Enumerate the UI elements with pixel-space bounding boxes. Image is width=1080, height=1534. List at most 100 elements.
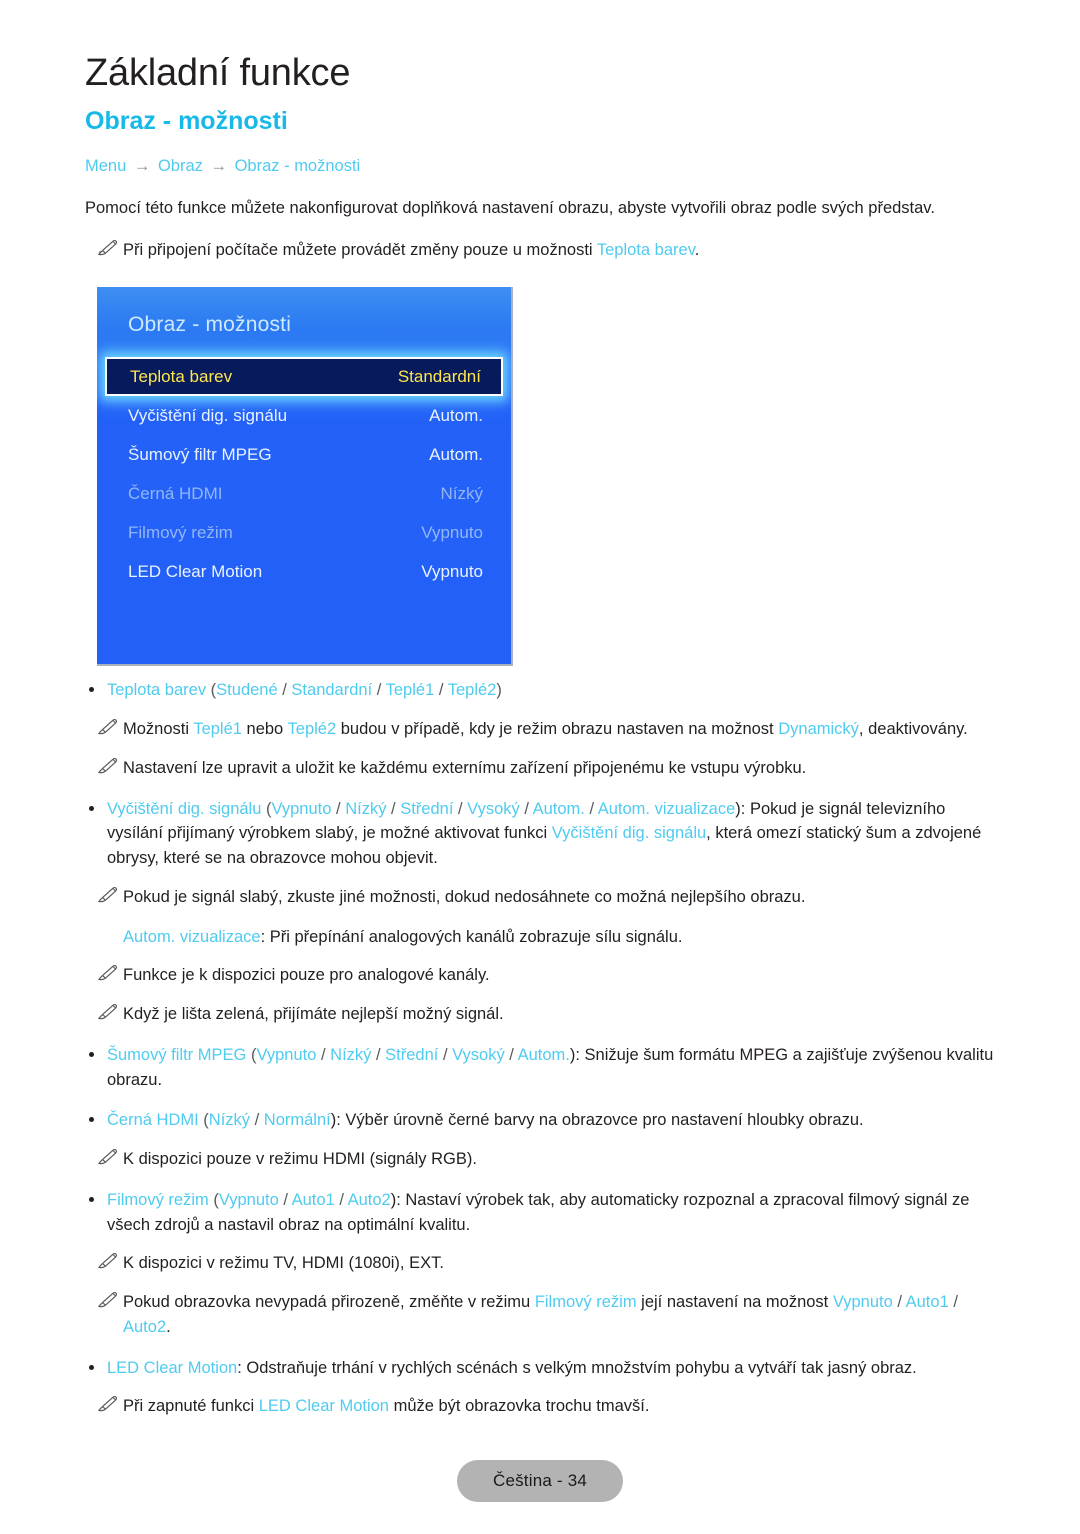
option-teple1: Teplé1 (385, 681, 435, 700)
option-nizky: Nízký (345, 799, 387, 818)
pencil-icon (97, 1395, 119, 1413)
document-page: Základní funkce Obraz - možnosti Menu → … (0, 0, 1080, 1534)
paren-close: ) (496, 681, 502, 700)
bullet-dot-icon (89, 1364, 94, 1370)
option-vypnuto: Vypnuto (218, 1190, 279, 1209)
bullet-teplota-barev: Teplota barev (Studené / Standardní / Te… (85, 678, 995, 703)
pencil-icon (97, 1148, 119, 1166)
breadcrumb-item-menu: Menu (85, 156, 127, 175)
option-normalni: Normální (263, 1111, 331, 1130)
paren-open: ( (198, 1111, 209, 1130)
note-led-clear-motion-tmavsi: Při zapnuté funkci LED Clear Motion může… (85, 1394, 995, 1419)
note-text: Nastavení lze upravit a uložit ke každém… (123, 758, 807, 777)
link-led-clear-motion: LED Clear Motion (258, 1397, 389, 1416)
osd-row-value: Vypnuto (421, 561, 483, 581)
chapter-title: Základní funkce (85, 52, 351, 94)
osd-row-label: Teplota barev (130, 366, 233, 386)
note-text: Když je lišta zelená, přijímáte nejlepší… (123, 1005, 504, 1024)
breadcrumb: Menu → Obraz → Obraz - možnosti (85, 156, 995, 177)
option-teple2-ref: Teplé2 (287, 720, 337, 739)
link-teplota-barev: Teplota barev (596, 240, 695, 259)
link-vycisteni-dig-signalu: Vyčištění dig. signálu (551, 824, 707, 843)
section-title: Obraz - možnosti (85, 106, 288, 135)
osd-row-label: Černá HDMI (128, 483, 223, 503)
term-filmovy-rezim: Filmový režim (107, 1190, 209, 1209)
term-vycisteni-dig-signalu: Vyčištění dig. signálu (107, 799, 262, 818)
option-auto1: Auto1 (905, 1293, 949, 1312)
paren-open: ( (206, 681, 217, 700)
note-pc-connection: Při připojení počítače můžete provádět z… (85, 238, 995, 263)
option-vypnuto: Vypnuto (832, 1293, 893, 1312)
option-vypnuto: Vypnuto (271, 799, 332, 818)
note-hdmi-rgb: K dispozici pouze v režimu HDMI (signály… (85, 1147, 995, 1172)
note-text-a: Možnosti (123, 720, 194, 739)
bullet-dot-icon (89, 805, 94, 811)
arrow-right-icon-2: → (210, 156, 228, 175)
osd-row-sumovy-filtr-mpeg[interactable]: Šumový filtr MPEG Autom. (97, 435, 511, 474)
term-cerna-hdmi: Černá HDMI (107, 1111, 199, 1130)
pencil-icon (97, 1252, 119, 1270)
option-nizky: Nízký (208, 1111, 251, 1130)
option-studene: Studené (216, 681, 278, 700)
note-text-c: budou v případě, kdy je režim obrazu nas… (336, 720, 779, 739)
osd-row-vycisteni-dig-signalu[interactable]: Vyčištění dig. signálu Autom. (97, 396, 511, 435)
page-number-badge: Čeština - 34 (456, 1460, 624, 1502)
option-standardni: Standardní (291, 681, 373, 700)
bullet-dot-icon (89, 1051, 94, 1057)
pencil-icon (97, 239, 119, 257)
option-vypnuto: Vypnuto (256, 1045, 317, 1064)
intro-paragraph: Pomocí této funkce můžete nakonfigurovat… (85, 199, 935, 218)
bullet-dot-icon (89, 1117, 94, 1123)
note-analogove-kanaly: Funkce je k dispozici pouze pro analogov… (85, 963, 995, 988)
option-autom: Autom. (532, 799, 585, 818)
osd-row-label: LED Clear Motion (128, 561, 263, 581)
bullet-led-clear-motion: LED Clear Motion: Odstraňuje trhání v ry… (85, 1356, 995, 1381)
bullet-text: ): Výběr úrovně černé barvy na obrazovce… (330, 1111, 864, 1130)
option-nizky: Nízký (330, 1045, 372, 1064)
option-autom: Autom. (517, 1045, 570, 1064)
note-nastaveni-ulozit: Nastavení lze upravit a uložit ke každém… (85, 756, 995, 781)
osd-row-value: Standardní (397, 366, 481, 386)
osd-row-label: Filmový režim (128, 522, 233, 542)
option-teple2: Teplé2 (447, 681, 497, 700)
footer: Čeština - 34 (0, 1460, 1080, 1502)
paragraph-text: : Při přepínání analogových kanálů zobra… (260, 927, 683, 946)
note-text-b: může být obrazovka trochu tmavší. (388, 1397, 650, 1416)
option-dynamicky: Dynamický (778, 720, 859, 739)
term-led-clear-motion: LED Clear Motion (107, 1358, 238, 1377)
bullet-vycisteni-dig-signalu: Vyčištění dig. signálu (Vypnuto / Nízký … (85, 797, 995, 871)
bullet-dot-icon (89, 687, 94, 693)
note-pc-connection-pre: Při připojení počítače můžete provádět z… (123, 240, 597, 259)
note-rezim-tv-hdmi-ext: K dispozici v režimu TV, HDMI (1080i), E… (85, 1251, 995, 1276)
note-text: Funkce je k dispozici pouze pro analogov… (123, 966, 490, 985)
note-teple-deaktivovany: Možnosti Teplé1 nebo Teplé2 budou v příp… (85, 717, 995, 742)
osd-row-value: Autom. (429, 444, 483, 464)
note-text-d: , deaktivovány. (858, 720, 968, 739)
bullet-text: : Odstraňuje trhání v rychlých scénách s… (237, 1358, 917, 1377)
note-text-b: její nastavení na možnost (636, 1293, 833, 1312)
note-text-a: Pokud obrazovka nevypadá přirozeně, změň… (123, 1293, 535, 1312)
option-auto2: Auto2 (347, 1190, 391, 1209)
pencil-icon (97, 964, 119, 982)
note-text-end: . (166, 1317, 171, 1336)
bullet-sumovy-filtr-mpeg: Šumový filtr MPEG (Vypnuto / Nízký / Stř… (85, 1043, 995, 1093)
tv-osd-menu: Obraz - možnosti Teplota barev Standardn… (97, 287, 513, 666)
note-text-a: Při zapnuté funkci (123, 1397, 259, 1416)
option-stredni: Střední (400, 799, 454, 818)
osd-row-led-clear-motion[interactable]: LED Clear Motion Vypnuto (97, 552, 511, 591)
osd-row-cerna-hdmi: Černá HDMI Nízký (97, 474, 511, 513)
osd-title: Obraz - možnosti (128, 313, 292, 336)
paren-open: ( (261, 799, 272, 818)
paragraph-autom-vizualizace: Autom. vizualizace: Při přepínání analog… (85, 925, 995, 950)
breadcrumb-item-obraz: Obraz (157, 156, 203, 175)
pencil-icon (97, 1291, 119, 1309)
osd-row-label: Šumový filtr MPEG (128, 444, 272, 464)
paren-open: ( (208, 1190, 219, 1209)
osd-row-filmovy-rezim: Filmový režim Vypnuto (97, 513, 511, 552)
bullet-filmovy-rezim: Filmový režim (Vypnuto / Auto1 / Auto2):… (85, 1188, 995, 1238)
note-text-b: nebo (241, 720, 288, 739)
term-autom-vizualizace: Autom. vizualizace (123, 927, 261, 946)
option-vysoky: Vysoký (452, 1045, 505, 1064)
osd-row-teplota-barev[interactable]: Teplota barev Standardní (105, 357, 503, 396)
option-teple1-ref: Teplé1 (193, 720, 242, 739)
